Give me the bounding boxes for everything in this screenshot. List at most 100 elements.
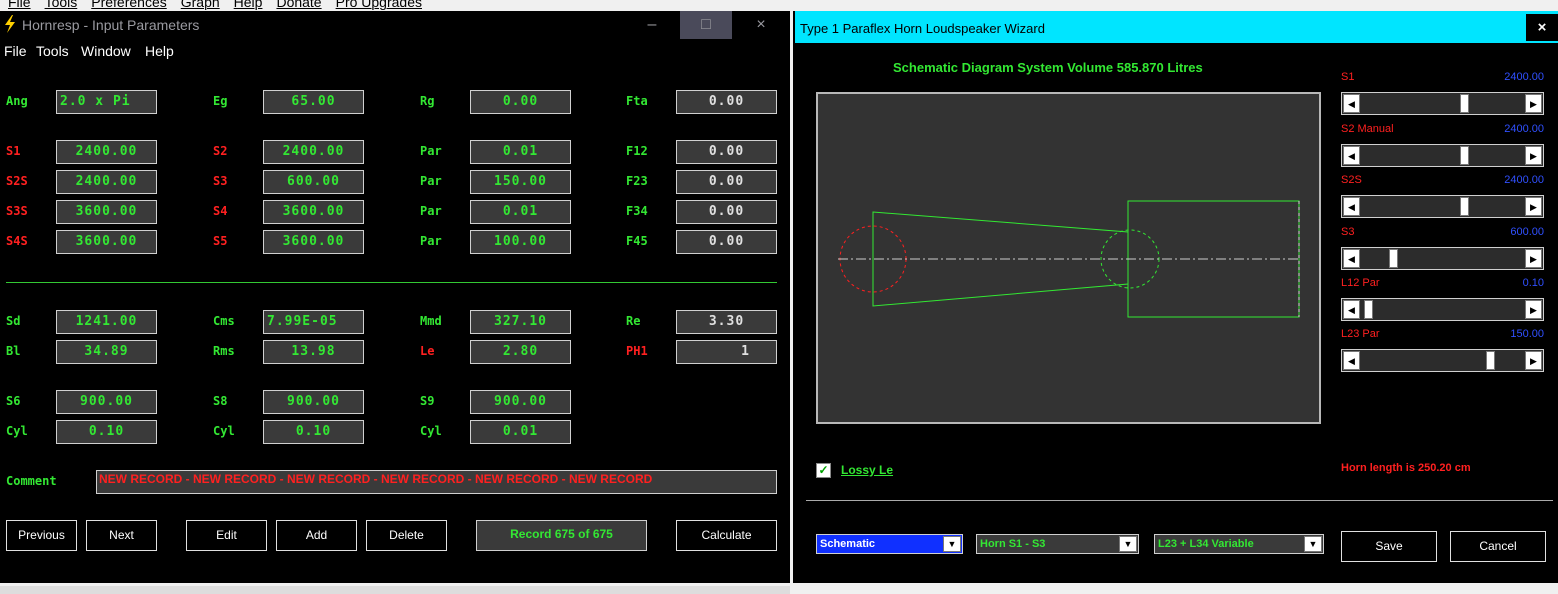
param-label: Fta	[626, 94, 648, 108]
param-field-sd[interactable]: 1241.00	[56, 310, 157, 334]
close-button[interactable]: ×	[735, 11, 787, 39]
slider-thumb[interactable]	[1388, 249, 1398, 268]
cancel-button[interactable]: Cancel	[1450, 531, 1546, 562]
slider-thumb[interactable]	[1485, 351, 1495, 370]
chevron-down-icon[interactable]: ▼	[1119, 536, 1137, 552]
slider-s1[interactable]: ◀ ▶	[1341, 92, 1544, 115]
slider-l12[interactable]: ◀ ▶	[1341, 298, 1544, 321]
outer-menu-preferences[interactable]: Preferences	[91, 0, 166, 10]
param-field-par23[interactable]: 150.00	[470, 170, 571, 194]
horn-section-dropdown[interactable]: Horn S1 - S3 ▼	[976, 534, 1139, 554]
slider-s2[interactable]: ◀ ▶	[1341, 144, 1544, 167]
param-field-s8[interactable]: 900.00	[263, 390, 364, 414]
outer-menu-pro-upgrades[interactable]: Pro Upgrades	[336, 0, 422, 10]
add-button[interactable]: Add	[276, 520, 357, 551]
param-field-par45[interactable]: 100.00	[470, 230, 571, 254]
param-field-f45[interactable]: 0.00	[676, 230, 777, 254]
outer-menu-tools[interactable]: Tools	[45, 0, 78, 10]
param-field-s9[interactable]: 900.00	[470, 390, 571, 414]
save-button[interactable]: Save	[1341, 531, 1437, 562]
param-field-ang[interactable]: 2.0 x Pi	[56, 90, 157, 114]
previous-button[interactable]: Previous	[6, 520, 77, 551]
slider-s2s[interactable]: ◀ ▶	[1341, 195, 1544, 218]
slider-right-arrow[interactable]: ▶	[1525, 300, 1542, 319]
chevron-down-icon[interactable]: ▼	[1304, 536, 1322, 552]
left-title-bar[interactable]: Hornresp - Input Parameters – □ ×	[0, 11, 790, 39]
slider-label-s2s: S2S	[1341, 174, 1362, 186]
slider-right-arrow[interactable]: ▶	[1525, 197, 1542, 216]
param-field-cyl3[interactable]: 0.01	[470, 420, 571, 444]
param-field-eg[interactable]: 65.00	[263, 90, 364, 114]
slider-right-arrow[interactable]: ▶	[1525, 146, 1542, 165]
param-field-cms[interactable]: 7.99E-05	[263, 310, 364, 334]
lossy-le-checkbox[interactable]: ✓	[816, 463, 831, 478]
calculate-button[interactable]: Calculate	[676, 520, 777, 551]
slider-l23[interactable]: ◀ ▶	[1341, 349, 1544, 372]
param-field-par12[interactable]: 0.01	[470, 140, 571, 164]
delete-button[interactable]: Delete	[366, 520, 447, 551]
outer-menu-file[interactable]: File	[8, 0, 31, 10]
param-field-mmd[interactable]: 327.10	[470, 310, 571, 334]
slider-left-arrow[interactable]: ◀	[1343, 146, 1360, 165]
param-field-s2[interactable]: 2400.00	[263, 140, 364, 164]
slider-left-arrow[interactable]: ◀	[1343, 249, 1360, 268]
slider-thumb[interactable]	[1364, 300, 1374, 319]
view-dropdown[interactable]: Schematic ▼	[816, 534, 963, 554]
next-button[interactable]: Next	[86, 520, 157, 551]
param-field-s5[interactable]: 3600.00	[263, 230, 364, 254]
minimize-button[interactable]: –	[626, 11, 678, 39]
menu-window[interactable]: Window	[81, 43, 131, 59]
param-field-f34[interactable]: 0.00	[676, 200, 777, 224]
lossy-le-label[interactable]: Lossy Le	[841, 463, 893, 477]
outer-menu-help[interactable]: Help	[234, 0, 263, 10]
param-field-s4s[interactable]: 3600.00	[56, 230, 157, 254]
slider-left-arrow[interactable]: ◀	[1343, 94, 1360, 113]
param-label: Cyl	[213, 424, 235, 438]
outer-menu-donate[interactable]: Donate	[276, 0, 321, 10]
slider-left-arrow[interactable]: ◀	[1343, 300, 1360, 319]
wizard-close-button[interactable]: ×	[1526, 14, 1558, 41]
param-field-cyl1[interactable]: 0.10	[56, 420, 157, 444]
param-field-bl[interactable]: 34.89	[56, 340, 157, 364]
menu-help[interactable]: Help	[145, 43, 174, 59]
slider-left-arrow[interactable]: ◀	[1343, 197, 1360, 216]
param-label: PH1	[626, 344, 648, 358]
param-field-s6[interactable]: 900.00	[56, 390, 157, 414]
param-field-s3[interactable]: 600.00	[263, 170, 364, 194]
param-field-s4[interactable]: 3600.00	[263, 200, 364, 224]
param-label: S8	[213, 394, 228, 408]
menu-file[interactable]: File	[4, 43, 27, 59]
comment-field[interactable]: NEW RECORD - NEW RECORD - NEW RECORD - N…	[96, 470, 777, 494]
variable-dropdown[interactable]: L23 + L34 Variable ▼	[1154, 534, 1324, 554]
slider-thumb[interactable]	[1459, 94, 1469, 113]
param-field-le[interactable]: 2.80	[470, 340, 571, 364]
slider-right-arrow[interactable]: ▶	[1525, 94, 1542, 113]
edit-button[interactable]: Edit	[186, 520, 267, 551]
param-field-re[interactable]: 3.30	[676, 310, 777, 334]
slider-thumb[interactable]	[1459, 146, 1469, 165]
slider-value-s1: 2400.00	[1504, 71, 1544, 83]
chevron-down-icon[interactable]: ▼	[943, 536, 961, 552]
menu-tools[interactable]: Tools	[36, 43, 69, 59]
param-field-rg[interactable]: 0.00	[470, 90, 571, 114]
param-field-par34[interactable]: 0.01	[470, 200, 571, 224]
slider-right-arrow[interactable]: ▶	[1525, 351, 1542, 370]
param-field-cyl2[interactable]: 0.10	[263, 420, 364, 444]
param-label: Bl	[6, 344, 21, 358]
outer-menu-graph[interactable]: Graph	[181, 0, 220, 10]
slider-thumb[interactable]	[1459, 197, 1469, 216]
param-field-fta[interactable]: 0.00	[676, 90, 777, 114]
param-field-f23[interactable]: 0.00	[676, 170, 777, 194]
param-field-f12[interactable]: 0.00	[676, 140, 777, 164]
param-label: F45	[626, 234, 648, 248]
slider-s3[interactable]: ◀ ▶	[1341, 247, 1544, 270]
slider-left-arrow[interactable]: ◀	[1343, 351, 1360, 370]
param-field-rms[interactable]: 13.98	[263, 340, 364, 364]
param-field-s1[interactable]: 2400.00	[56, 140, 157, 164]
param-field-s2s[interactable]: 2400.00	[56, 170, 157, 194]
slider-right-arrow[interactable]: ▶	[1525, 249, 1542, 268]
maximize-button[interactable]: □	[680, 11, 732, 39]
right-title-bar[interactable]: Type 1 Paraflex Horn Loudspeaker Wizard …	[795, 11, 1558, 43]
param-field-ph1[interactable]: 1	[676, 340, 777, 364]
param-field-s3s[interactable]: 3600.00	[56, 200, 157, 224]
